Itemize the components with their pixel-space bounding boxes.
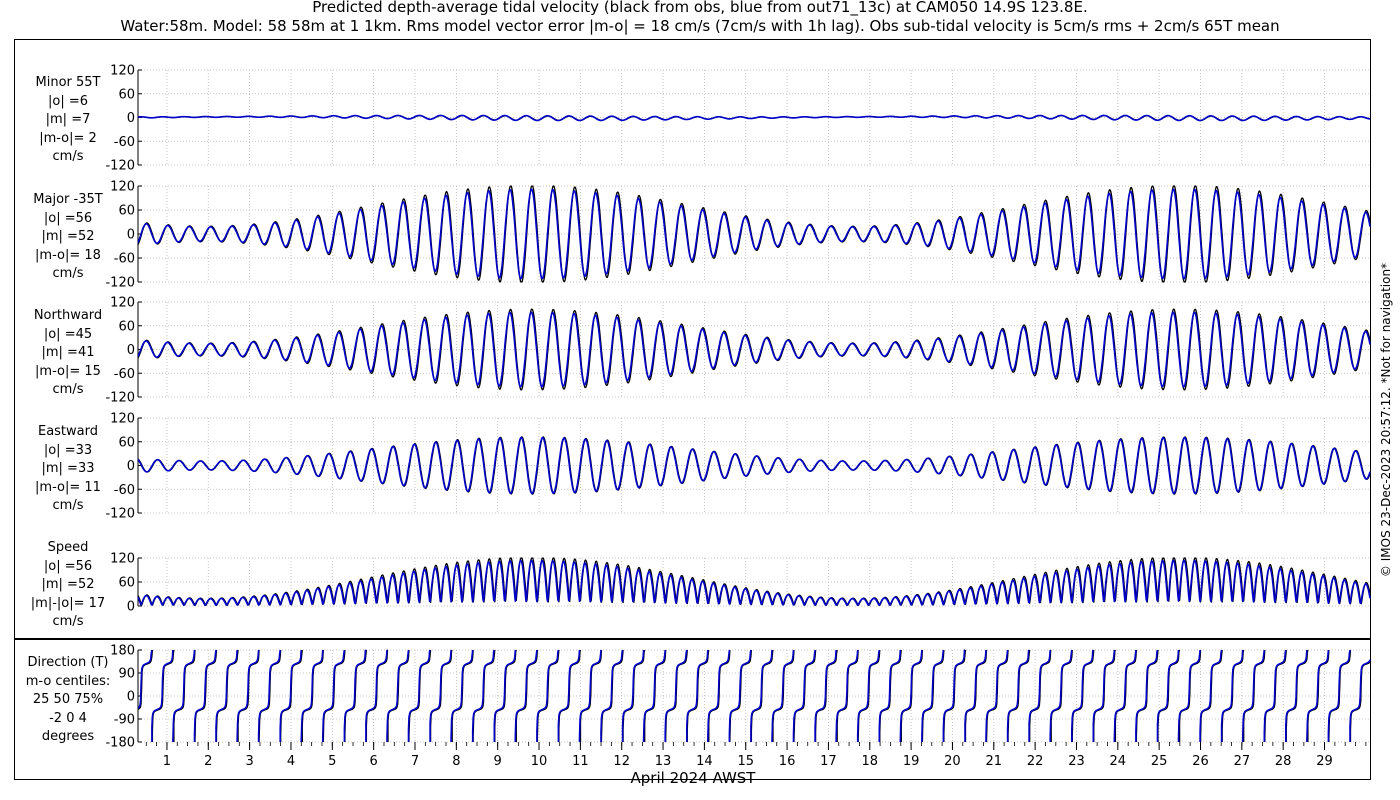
x-tick-label: 12: [613, 754, 630, 769]
x-tick-label: 16: [779, 754, 796, 769]
panel-label-line: |o| =56: [43, 210, 93, 226]
panel-label-line: Direction (T): [27, 655, 109, 670]
panel-label-line: |m-o|= 18: [35, 247, 101, 263]
y-tick-label: 0: [127, 343, 135, 358]
panel-label-line: 25 50 75%: [32, 692, 104, 707]
y-tick-label: 0: [127, 228, 135, 243]
panel-label-line: Speed: [47, 540, 89, 555]
x-tick-label: 15: [737, 754, 754, 769]
x-tick-label: 10: [531, 754, 548, 769]
panel-label-line: |m| =52: [41, 577, 95, 592]
x-tick-label: 9: [494, 754, 502, 769]
panel-label-direction: Direction (T) m-o centiles: 25 50 75% -2 0 …: [26, 654, 111, 747]
y-tick-label: -90: [114, 713, 135, 728]
tidal-velocity-plot: -120-60060120-120-60060120-120-60060120-…: [105, 64, 1371, 769]
x-tick-label: 23: [1068, 754, 1085, 769]
x-tick-label: 24: [1110, 754, 1127, 769]
y-tick-label: 0: [127, 111, 135, 126]
y-tick-label: -120: [105, 507, 135, 522]
x-tick-label: 22: [1027, 754, 1044, 769]
y-tick-label: 0: [127, 459, 135, 474]
y-tick-label: -120: [105, 391, 135, 406]
y-tick-label: -60: [114, 367, 135, 382]
x-tick-label: 20: [944, 754, 961, 769]
credit-note: © IMOS 23-Dec-2023 20:57:12. *Not for na…: [1379, 262, 1393, 578]
panel-label-line: cm/s: [52, 149, 84, 164]
panel-label-line: |o| =33: [43, 442, 93, 458]
y-tick-label: -120: [105, 276, 135, 291]
panel-label-major: Major -35T |o| =56 |m| =52 |m-o|= 18 cm/s: [33, 191, 102, 284]
panel-label-north: Northward |o| =45 |m| =41 |m-o|= 15 cm/s: [34, 307, 102, 400]
y-tick-label: 0: [127, 690, 135, 705]
panel-label-line: cm/s: [52, 382, 84, 397]
panel-label-line: cm/s: [52, 498, 84, 513]
panel-label-line: |o| =56: [43, 558, 93, 574]
x-tick-label: 7: [411, 754, 419, 769]
x-tick-label: 28: [1275, 754, 1292, 769]
x-tick-label: 2: [204, 754, 212, 769]
x-tick-label: 3: [245, 754, 253, 769]
data-series: [137, 114, 1371, 743]
series-model-minor: [137, 114, 1371, 122]
panel-label-line: |m-o|= 2: [39, 130, 97, 146]
panel-label-line: |m-o|= 11: [35, 479, 101, 495]
panel-label-line: |m| =7: [45, 112, 91, 127]
x-tick-label: 21: [986, 754, 1003, 769]
panel-label-line: Eastward: [37, 424, 99, 439]
y-tick-label: 180: [110, 644, 135, 659]
panel-label-line: |m-o|= 15: [35, 363, 101, 379]
y-tick-label: 120: [110, 296, 135, 311]
panel-label-line: cm/s: [52, 266, 84, 281]
y-tick-label: -60: [114, 252, 135, 267]
x-tick-label: 5: [328, 754, 336, 769]
x-axis-label: April 2024 AWST: [630, 769, 756, 787]
y-tick-label: 0: [127, 600, 135, 615]
panel-label-line: cm/s: [52, 614, 84, 629]
x-tick-label: 26: [1192, 754, 1209, 769]
panel-label-line: |o| =45: [43, 326, 93, 342]
x-tick-label: 27: [1234, 754, 1251, 769]
x-tick-label: 13: [655, 754, 672, 769]
y-tick-label: -60: [114, 483, 135, 498]
panel-label-line: Northward: [33, 308, 103, 323]
y-tick-label: 90: [118, 667, 135, 682]
grid-lines: [138, 69, 1370, 743]
panel-label-line: |o| =6: [47, 93, 89, 109]
panel-label-line: |m|-|o|= 17: [30, 595, 106, 611]
x-tick-label: 25: [1151, 754, 1168, 769]
panel-label-line: |m| =52: [41, 229, 95, 244]
y-tick-label: 60: [118, 87, 135, 102]
y-tick-label: 60: [118, 204, 135, 219]
x-tick-label: 6: [370, 754, 378, 769]
x-tick-label: 17: [820, 754, 837, 769]
panel-label-line: degrees: [41, 729, 95, 744]
x-tick-label: 14: [696, 754, 713, 769]
y-tick-label: 120: [110, 412, 135, 427]
x-tick-label: 11: [572, 754, 589, 769]
panel-label-line: m-o centiles:: [25, 673, 111, 689]
x-tick-label: 19: [903, 754, 920, 769]
y-tick-label: 60: [118, 576, 135, 591]
panel-label-minor: Minor 55T |o| =6 |m| =7 |m-o|= 2 cm/s: [36, 74, 101, 167]
y-tick-label: 60: [118, 435, 135, 450]
x-tick-label: 4: [287, 754, 295, 769]
y-tick-label: 120: [110, 180, 135, 195]
x-tick-label: 8: [452, 754, 460, 769]
x-tick-label: 1: [163, 754, 171, 769]
panel-label-speed: Speed |o| =56 |m| =52 |m|-|o|= 17 cm/s: [31, 539, 105, 632]
y-tick-label: 120: [110, 64, 135, 79]
y-tick-label: -60: [114, 135, 135, 150]
y-tick-label: -120: [105, 159, 135, 174]
y-tick-label: 60: [118, 319, 135, 334]
panel-label-line: -2 0 4: [49, 710, 87, 726]
panel-label-line: |m| =33: [41, 461, 95, 476]
x-tick-label: 29: [1316, 754, 1333, 769]
x-tick-label: 18: [861, 754, 878, 769]
panel-label-line: Minor 55T: [35, 75, 101, 90]
y-tick-label: 120: [110, 552, 135, 567]
panel-label-line: Major -35T: [33, 192, 103, 207]
panel-label-east: Eastward |o| =33 |m| =33 |m-o|= 11 cm/s: [35, 423, 101, 516]
panel-label-line: |m| =41: [41, 345, 95, 360]
